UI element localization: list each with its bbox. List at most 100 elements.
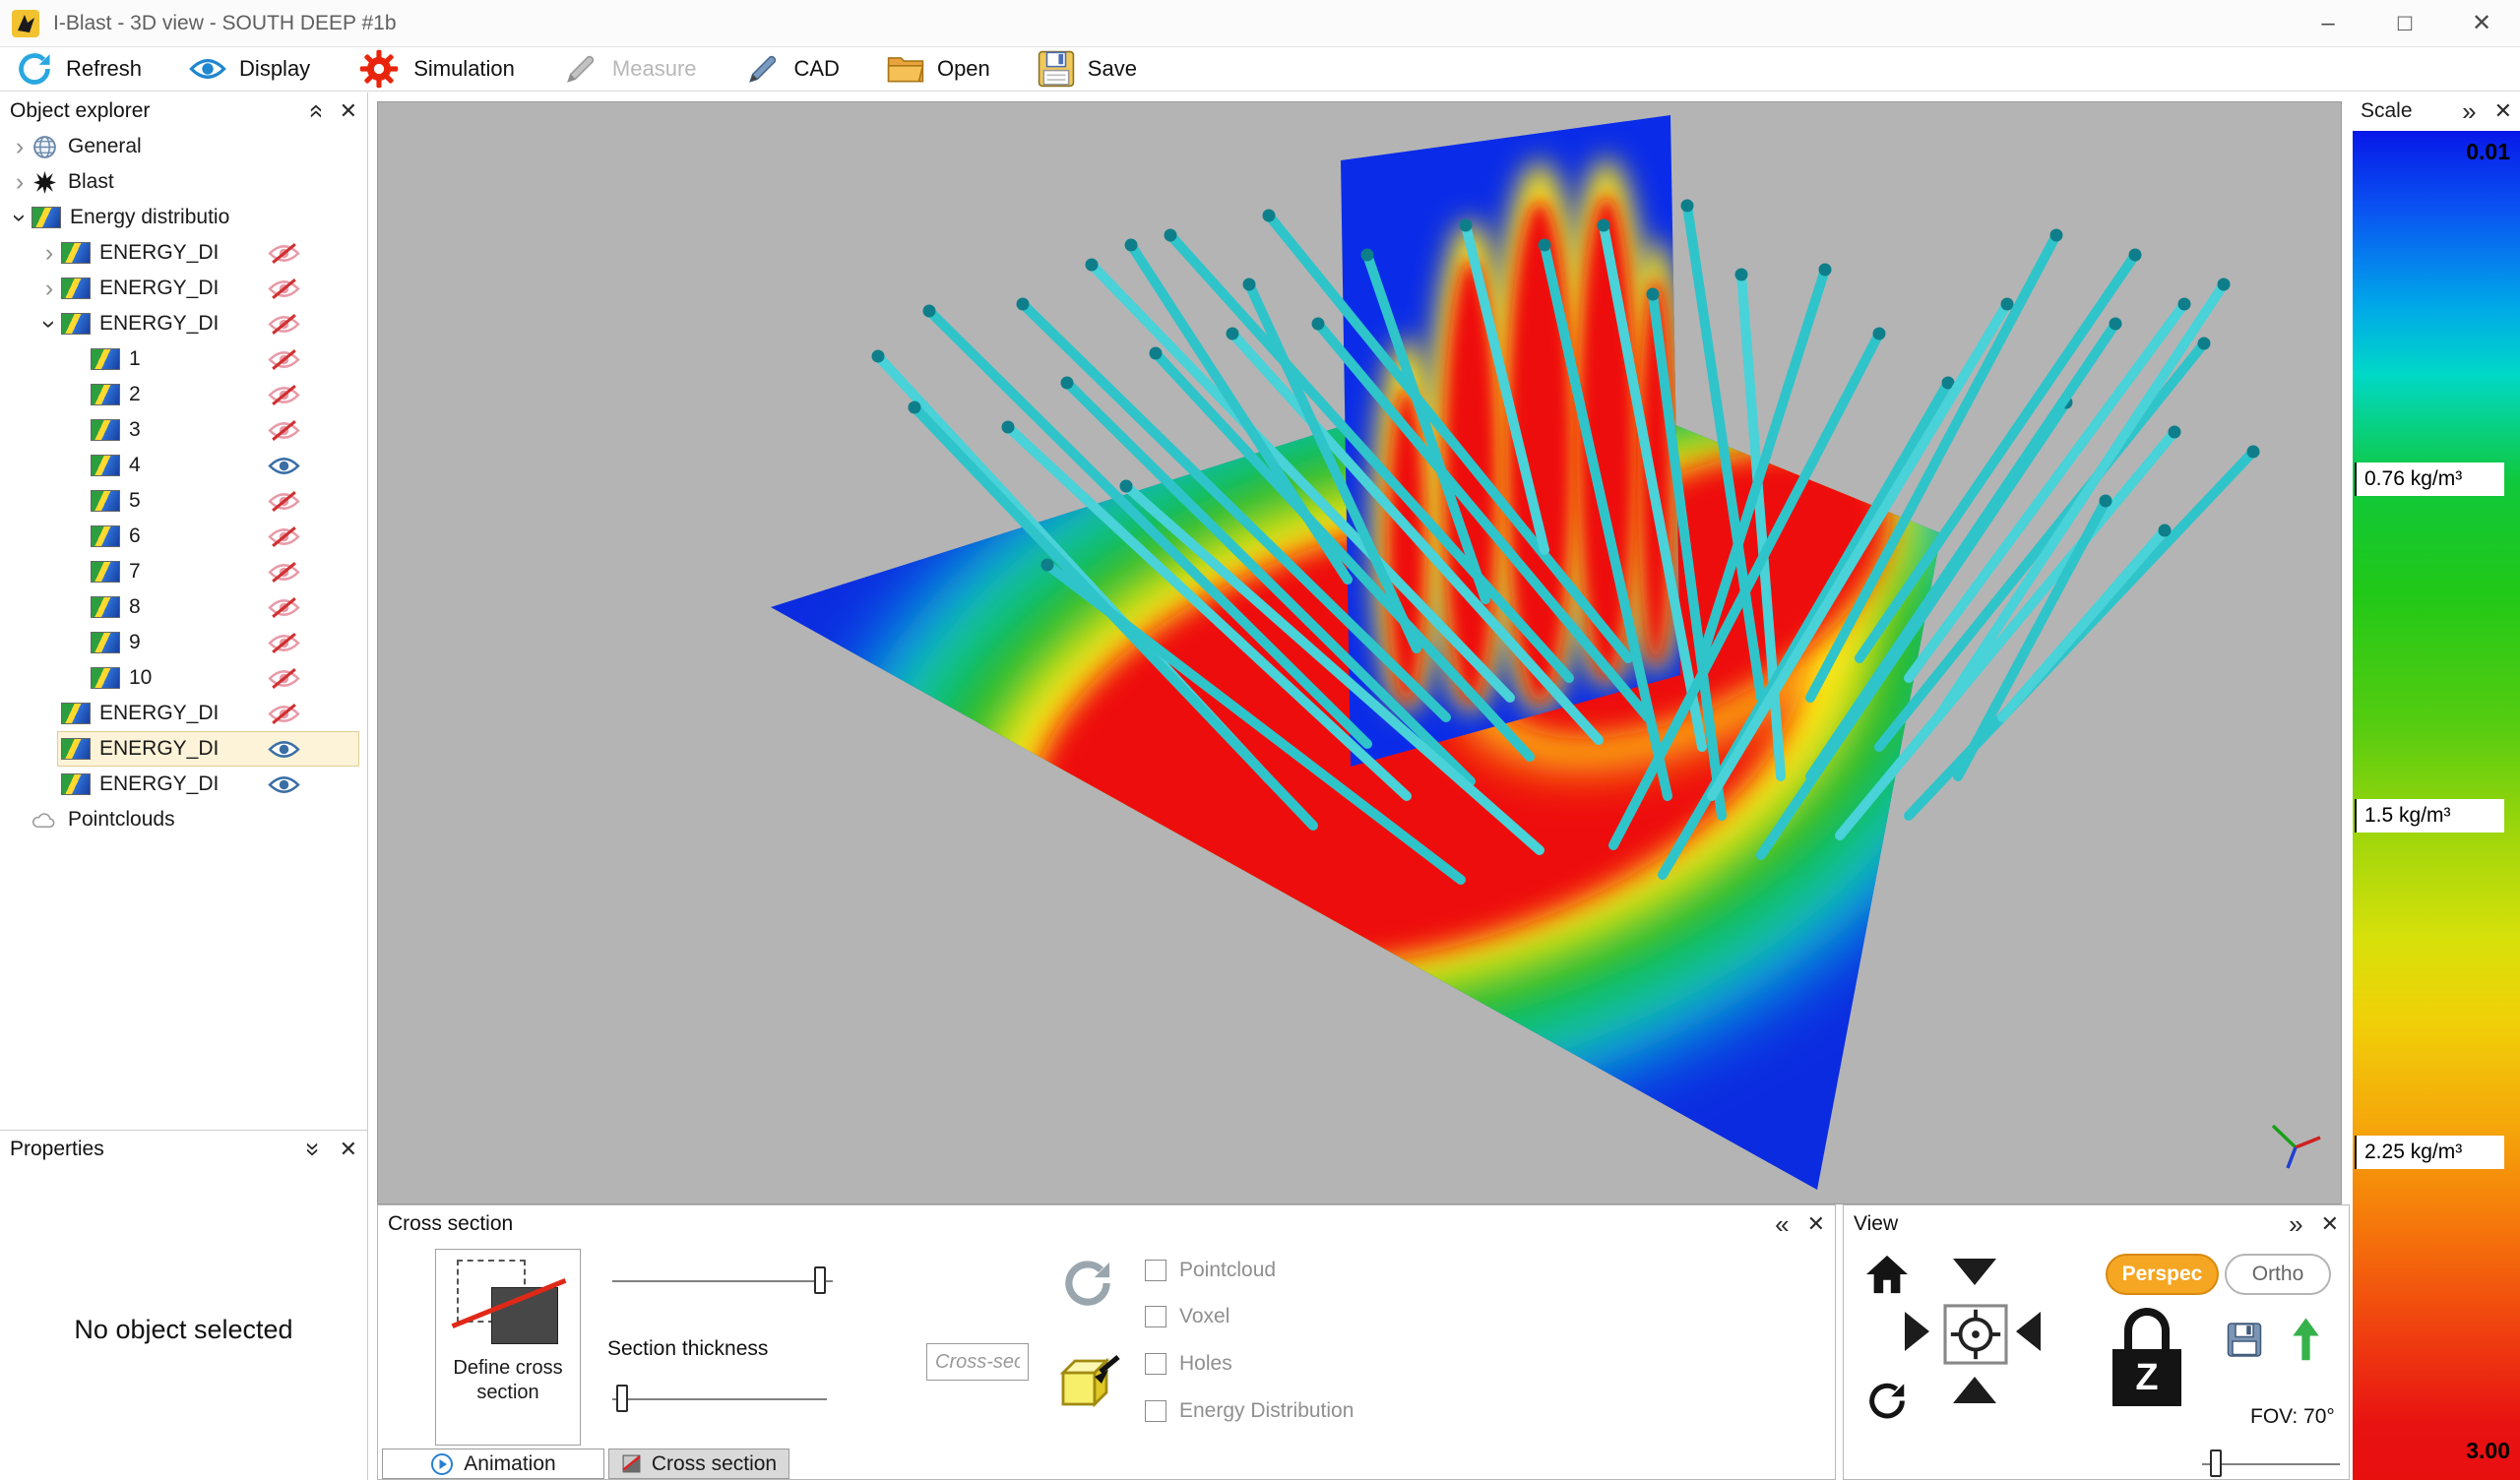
visibility-off-icon[interactable] bbox=[268, 383, 300, 407]
toolbar-open[interactable]: Open bbox=[887, 50, 990, 88]
visibility-off-icon[interactable] bbox=[268, 277, 300, 301]
tree-item-energy-di[interactable]: ›ENERGY_DI bbox=[0, 271, 367, 306]
visibility-off-icon[interactable] bbox=[268, 489, 300, 514]
lock-z-button[interactable]: Z bbox=[2112, 1308, 2191, 1416]
tree-item-10[interactable]: ›10 bbox=[0, 660, 367, 696]
checkbox-box[interactable] bbox=[1145, 1353, 1166, 1375]
expander-icon[interactable]: › bbox=[8, 135, 32, 159]
section-thickness-slider-thumb[interactable] bbox=[616, 1385, 628, 1412]
collapse-panel-icon[interactable]: » bbox=[301, 103, 327, 117]
tree-item-energy-di[interactable]: ›ENERGY_DI bbox=[0, 731, 367, 767]
checkbox-holes[interactable]: Holes bbox=[1145, 1352, 1232, 1376]
visibility-on-icon[interactable] bbox=[268, 737, 300, 762]
rotate-up-button[interactable] bbox=[1953, 1377, 1996, 1403]
define-cross-section-button[interactable]: Define cross section bbox=[435, 1249, 581, 1446]
visibility-on-icon[interactable] bbox=[268, 772, 300, 797]
visibility-off-icon[interactable] bbox=[268, 418, 300, 443]
tree-item-3[interactable]: ›3 bbox=[0, 412, 367, 448]
toolbar-measure[interactable]: Measure bbox=[562, 50, 697, 88]
rotate-right-button[interactable] bbox=[1905, 1312, 1929, 1351]
tree-item-energy-di[interactable]: ›ENERGY_DI bbox=[0, 767, 367, 802]
close-panel-icon[interactable]: ✕ bbox=[2494, 98, 2512, 124]
energy-map-icon bbox=[91, 348, 120, 370]
visibility-on-icon[interactable] bbox=[268, 454, 300, 478]
tree-item-6[interactable]: ›6 bbox=[0, 519, 367, 554]
expander-icon[interactable]: › bbox=[37, 241, 61, 266]
refresh-section-icon[interactable] bbox=[1061, 1257, 1114, 1310]
fov-slider[interactable] bbox=[2202, 1463, 2340, 1465]
tree-item-9[interactable]: ›9 bbox=[0, 625, 367, 660]
cross-position-slider[interactable] bbox=[612, 1280, 833, 1282]
tree-item-energy-di[interactable]: ›ENERGY_DI bbox=[0, 235, 367, 271]
center-view-button[interactable] bbox=[1943, 1304, 2008, 1365]
expander-icon[interactable]: › bbox=[8, 170, 32, 195]
perspective-button[interactable]: Perspec bbox=[2106, 1254, 2219, 1295]
tree-item-general[interactable]: ›General bbox=[0, 129, 367, 164]
checkbox-box[interactable] bbox=[1145, 1260, 1166, 1281]
home-view-button[interactable] bbox=[1864, 1254, 1910, 1295]
toolbar-simulation[interactable]: Simulation bbox=[357, 47, 515, 91]
rotate-view-button[interactable] bbox=[1864, 1377, 1910, 1425]
cross-position-slider-thumb[interactable] bbox=[814, 1266, 826, 1294]
scale-panel: Scale » ✕ 0.01 0.76 kg/m³ 1.5 kg/m³ 2.25… bbox=[2353, 92, 2520, 1480]
close-panel-icon[interactable]: ✕ bbox=[1807, 1211, 1825, 1237]
ortho-button[interactable]: Ortho bbox=[2225, 1254, 2331, 1295]
visibility-off-icon[interactable] bbox=[268, 631, 300, 655]
tree-item-4[interactable]: ›4 bbox=[0, 448, 367, 483]
close-panel-icon[interactable]: ✕ bbox=[2321, 1211, 2339, 1237]
collapse-panel-icon[interactable]: » bbox=[301, 1141, 327, 1155]
tree-item-7[interactable]: ›7 bbox=[0, 554, 367, 589]
3d-viewport[interactable] bbox=[377, 101, 2342, 1204]
toolbar-cad[interactable]: CAD bbox=[744, 50, 840, 88]
visibility-off-icon[interactable] bbox=[268, 241, 300, 266]
voxel-cube-icon[interactable] bbox=[1051, 1353, 1122, 1416]
3d-scene[interactable] bbox=[378, 102, 2341, 1203]
checkbox-pointcloud[interactable]: Pointcloud bbox=[1145, 1259, 1276, 1282]
collapse-panel-icon[interactable]: « bbox=[1775, 1211, 1789, 1237]
collapse-panel-icon[interactable]: » bbox=[2289, 1211, 2302, 1237]
tree-item-5[interactable]: ›5 bbox=[0, 483, 367, 519]
visibility-off-icon[interactable] bbox=[268, 702, 300, 726]
rotate-down-button[interactable] bbox=[1953, 1259, 1996, 1285]
close-panel-icon[interactable]: ✕ bbox=[340, 98, 357, 124]
section-thickness-slider[interactable] bbox=[612, 1398, 827, 1400]
visibility-off-icon[interactable] bbox=[268, 560, 300, 585]
visibility-off-icon[interactable] bbox=[268, 524, 300, 549]
energy-map-icon bbox=[91, 384, 120, 405]
close-panel-icon[interactable]: ✕ bbox=[340, 1137, 357, 1162]
tree-item-energy-di[interactable]: ›ENERGY_DI bbox=[0, 696, 367, 731]
tree-item-pointclouds[interactable]: ›Pointclouds bbox=[0, 802, 367, 837]
expander-icon[interactable]: › bbox=[37, 312, 62, 336]
tree-item-2[interactable]: ›2 bbox=[0, 377, 367, 412]
close-button[interactable]: ✕ bbox=[2443, 0, 2520, 46]
green-up-arrow-button[interactable] bbox=[2290, 1317, 2322, 1365]
cross-section-name-input[interactable] bbox=[926, 1343, 1029, 1381]
expander-icon[interactable]: › bbox=[8, 206, 32, 229]
tree-item-1[interactable]: ›1 bbox=[0, 341, 367, 377]
tree-item-8[interactable]: ›8 bbox=[0, 589, 367, 625]
maximize-button[interactable]: □ bbox=[2366, 0, 2443, 46]
toolbar-display[interactable]: Display bbox=[189, 50, 310, 88]
collapse-panel-icon[interactable]: » bbox=[2462, 98, 2476, 124]
fov-slider-thumb[interactable] bbox=[2210, 1449, 2222, 1477]
expander-icon[interactable]: › bbox=[37, 277, 61, 301]
visibility-off-icon[interactable] bbox=[268, 312, 300, 337]
toolbar-refresh[interactable]: Refresh bbox=[16, 50, 142, 88]
toolbar-save[interactable]: Save bbox=[1038, 50, 1137, 88]
visibility-off-icon[interactable] bbox=[268, 666, 300, 691]
minimize-button[interactable]: – bbox=[2290, 0, 2366, 46]
checkbox-box[interactable] bbox=[1145, 1306, 1166, 1327]
tab-animation[interactable]: Animation bbox=[382, 1449, 604, 1479]
checkbox-voxel[interactable]: Voxel bbox=[1145, 1305, 1229, 1328]
save-view-button[interactable] bbox=[2227, 1320, 2262, 1360]
visibility-off-icon[interactable] bbox=[268, 347, 300, 372]
tab-cross-section[interactable]: Cross section bbox=[608, 1449, 789, 1479]
scale-max-label: 3.00 bbox=[2466, 1438, 2510, 1464]
tree-item-blast[interactable]: ›Blast bbox=[0, 164, 367, 200]
checkbox-energy-distribution[interactable]: Energy Distribution bbox=[1145, 1399, 1354, 1423]
rotate-left-button[interactable] bbox=[2016, 1312, 2041, 1351]
visibility-off-icon[interactable] bbox=[268, 595, 300, 620]
tree-item-energy-di[interactable]: ›ENERGY_DI bbox=[0, 306, 367, 341]
tree-item-energy-distributio[interactable]: ›Energy distributio bbox=[0, 200, 367, 235]
checkbox-box[interactable] bbox=[1145, 1400, 1166, 1422]
